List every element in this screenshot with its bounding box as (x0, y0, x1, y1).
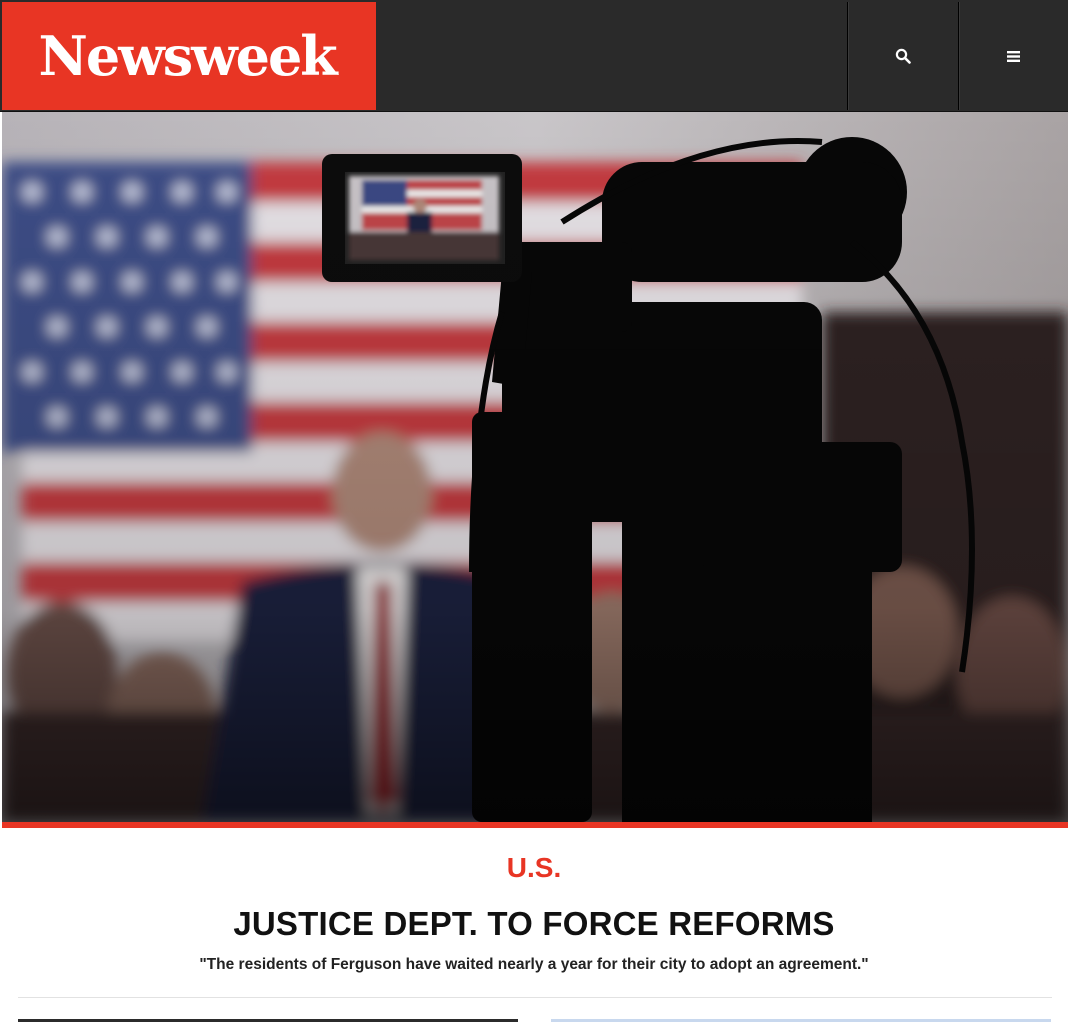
section-label[interactable]: U.S. (0, 852, 1068, 884)
hero-photo (2, 112, 1068, 822)
hero-divider (2, 822, 1068, 828)
logo-mark: . (336, 67, 340, 78)
search-icon (895, 48, 911, 64)
content-divider (18, 997, 1052, 998)
article-dek: "The residents of Ferguson have waited n… (199, 956, 869, 973)
menu-button[interactable] (958, 2, 1068, 110)
hamburger-menu-icon (1007, 50, 1020, 62)
article-headline[interactable]: JUSTICE DEPT. TO FORCE REFORMS (0, 905, 1068, 943)
hero-image[interactable] (2, 112, 1068, 822)
search-button[interactable] (847, 2, 957, 110)
logo-text: Newsweek (38, 24, 338, 88)
newsweek-logo[interactable]: Newsweek . (2, 2, 376, 110)
site-header: Newsweek . (0, 0, 1068, 112)
